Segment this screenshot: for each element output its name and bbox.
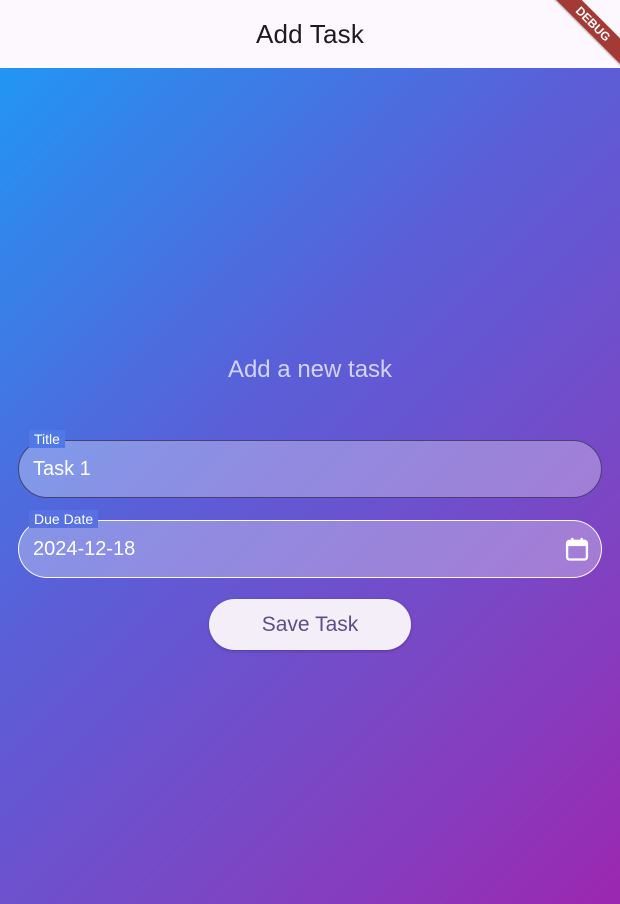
form-heading: Add a new task bbox=[227, 356, 393, 383]
save-task-button[interactable]: Save Task bbox=[209, 599, 411, 650]
title-field[interactable]: Title bbox=[18, 430, 602, 498]
calendar-icon[interactable] bbox=[563, 535, 591, 563]
debug-banner: DEBUG bbox=[540, 0, 620, 80]
app-bar: Add Task bbox=[0, 0, 620, 68]
debug-ribbon-label: DEBUG bbox=[547, 0, 620, 70]
due-date-field[interactable]: Due Date bbox=[18, 510, 602, 578]
due-date-input[interactable] bbox=[33, 521, 533, 577]
page-title: Add Task bbox=[255, 18, 365, 49]
title-input[interactable] bbox=[33, 441, 533, 497]
